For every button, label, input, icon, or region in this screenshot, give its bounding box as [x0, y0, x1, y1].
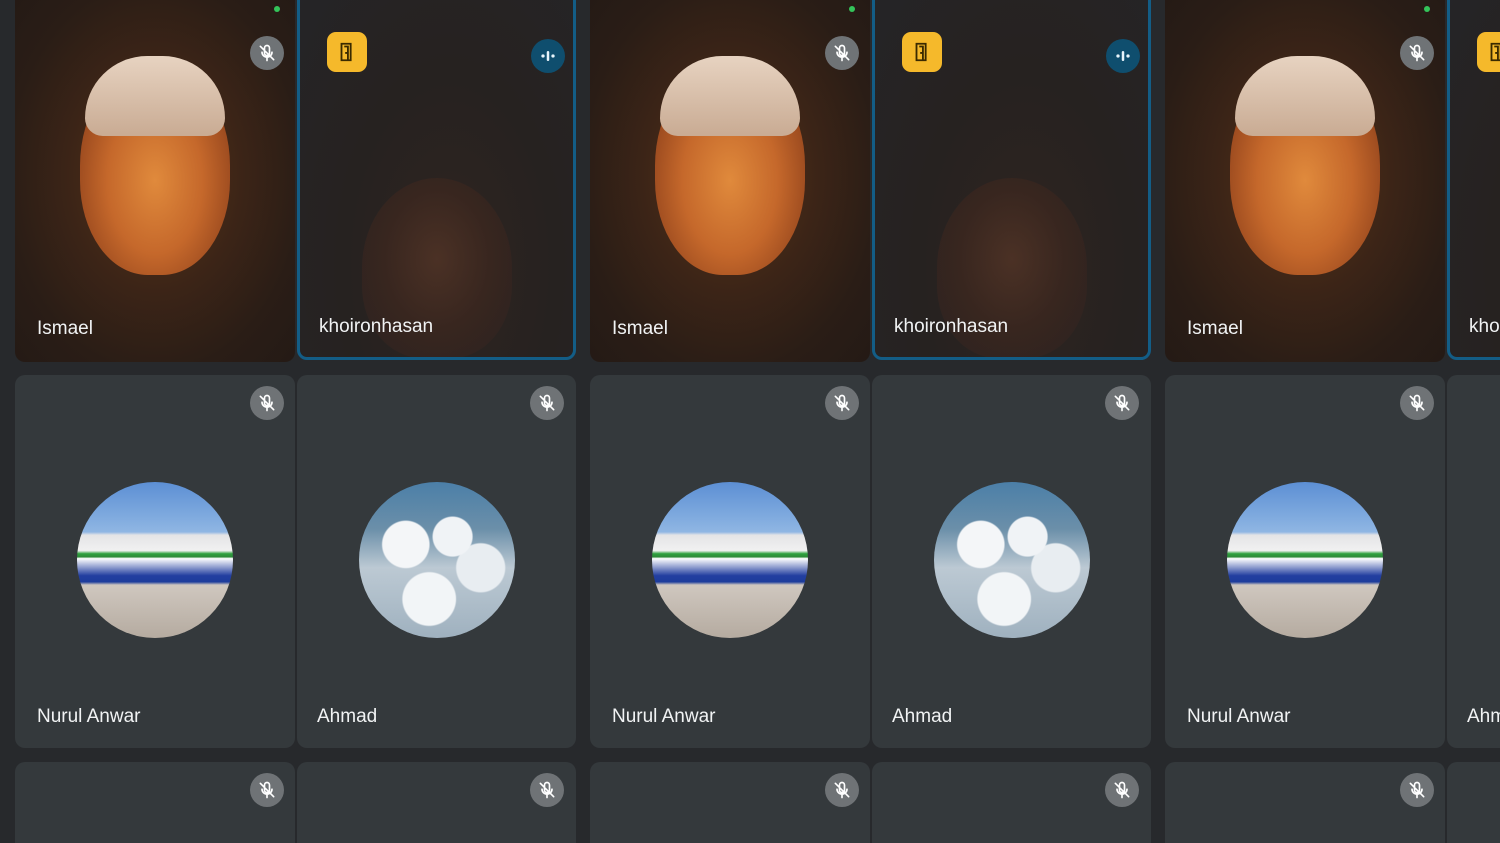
participant-name: Nurul Anwar	[612, 706, 716, 727]
participants-grid: Ismael khoironhasan Ismael khoironhasan	[0, 0, 1500, 843]
participant-tile-ahmad[interactable]: Ahmad	[872, 375, 1151, 748]
avatar	[933, 482, 1090, 638]
avatar	[358, 482, 515, 638]
mic-off-icon[interactable]	[1105, 386, 1139, 420]
participant-tile-nurul-anwar[interactable]: Nurul Anwar	[590, 375, 870, 748]
participant-tile[interactable]	[15, 762, 295, 843]
mic-off-icon[interactable]	[1400, 386, 1434, 420]
participant-tile-khoironhasan[interactable]: khoironhasan	[872, 0, 1151, 360]
participant-tile-ismael[interactable]: Ismael	[1165, 0, 1445, 362]
avatar	[77, 482, 233, 638]
participant-name: khoironhasan	[894, 316, 1009, 337]
participant-tile-nurul-anwar[interactable]: Nurul Anwar	[15, 375, 295, 748]
participant-name: Ahmad	[317, 706, 378, 727]
participant-name: Ismael	[37, 318, 93, 339]
participant-tile-ahmad[interactable]: Ahmad	[1447, 375, 1500, 748]
participant-tile-khoironhasan[interactable]: khoironhasan	[297, 0, 576, 360]
mic-off-icon[interactable]	[250, 773, 284, 807]
door-exit-icon	[327, 32, 367, 72]
mic-off-icon[interactable]	[1400, 773, 1434, 807]
video-feed-cap	[1235, 56, 1375, 136]
door-exit-icon	[1477, 32, 1500, 72]
audio-level-icon	[1106, 39, 1140, 73]
participant-name: Nurul Anwar	[1187, 706, 1291, 727]
mic-off-icon[interactable]	[825, 386, 859, 420]
presence-dot	[274, 6, 280, 12]
mic-off-icon[interactable]	[825, 36, 859, 70]
avatar	[652, 482, 808, 638]
mic-off-icon[interactable]	[250, 386, 284, 420]
video-feed-cap	[85, 56, 225, 136]
participant-tile[interactable]	[1165, 762, 1445, 843]
participant-name: Ismael	[1187, 318, 1243, 339]
participant-name: khoironhasan	[319, 316, 434, 337]
participant-tile-ismael[interactable]: Ismael	[15, 0, 295, 362]
participant-tile[interactable]	[1447, 762, 1500, 843]
avatar	[1227, 482, 1383, 638]
mic-off-icon[interactable]	[530, 386, 564, 420]
presence-dot	[1424, 6, 1430, 12]
participant-tile-ahmad[interactable]: Ahmad	[297, 375, 576, 748]
video-feed-cap	[660, 56, 800, 136]
presence-dot	[849, 6, 855, 12]
participant-name: Ahmad	[1467, 706, 1500, 727]
participant-tile[interactable]	[590, 762, 870, 843]
mic-off-icon[interactable]	[1105, 773, 1139, 807]
participant-name: khoironhasan	[1469, 316, 1500, 337]
participant-name: Ahmad	[892, 706, 953, 727]
participant-tile[interactable]	[297, 762, 576, 843]
audio-level-icon	[531, 39, 565, 73]
participant-tile-khoironhasan[interactable]: khoironhasan	[1447, 0, 1500, 360]
mic-off-icon[interactable]	[1400, 36, 1434, 70]
door-exit-icon	[902, 32, 942, 72]
participant-tile-ismael[interactable]: Ismael	[590, 0, 870, 362]
mic-off-icon[interactable]	[825, 773, 859, 807]
mic-off-icon[interactable]	[530, 773, 564, 807]
participant-name: Nurul Anwar	[37, 706, 141, 727]
participant-tile[interactable]	[872, 762, 1151, 843]
participant-name: Ismael	[612, 318, 668, 339]
participant-tile-nurul-anwar[interactable]: Nurul Anwar	[1165, 375, 1445, 748]
mic-off-icon[interactable]	[250, 36, 284, 70]
